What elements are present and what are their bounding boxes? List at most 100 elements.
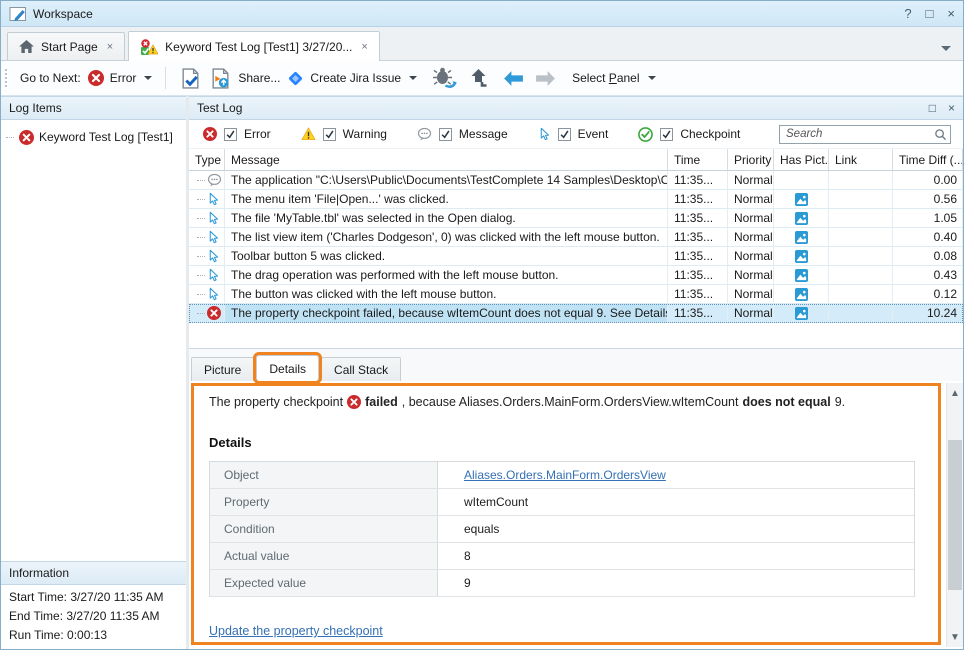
- priority-cell: Normal: [728, 304, 774, 322]
- column-header[interactable]: Has Pict...: [774, 149, 829, 170]
- details-tab-call-stack[interactable]: Call Stack: [321, 357, 401, 381]
- column-header[interactable]: Time Diff (...: [893, 149, 963, 170]
- priority-cell: Normal: [728, 285, 774, 303]
- object-link[interactable]: Aliases.Orders.MainForm.OrdersView: [464, 468, 666, 482]
- forward-arrow-icon[interactable]: [534, 70, 557, 87]
- link-cell: [829, 247, 893, 265]
- details-tab-strip: PictureDetailsCall Stack: [189, 349, 963, 381]
- create-jira-issue-label: Create Jira Issue: [310, 71, 401, 85]
- event-icon: [207, 249, 220, 263]
- details-tab-picture[interactable]: Picture: [191, 357, 254, 381]
- priority-cell: Normal: [728, 266, 774, 284]
- tab-close-icon[interactable]: ×: [107, 41, 113, 53]
- panel-close-button[interactable]: ×: [948, 101, 955, 115]
- column-header[interactable]: Time: [668, 149, 728, 170]
- post-defect-icon[interactable]: [432, 67, 459, 89]
- priority-cell: Normal: [728, 209, 774, 227]
- go-up-icon[interactable]: [470, 68, 489, 88]
- type-cell: [189, 209, 225, 227]
- details-row: ObjectAliases.Orders.MainForm.OrdersView: [210, 462, 914, 489]
- link-cell: [829, 171, 893, 189]
- filter-message: Message: [417, 127, 508, 142]
- search-input[interactable]: [779, 125, 951, 144]
- filter-label: Error: [244, 127, 271, 141]
- log-items-tree-item[interactable]: Keyword Test Log [Test1]: [1, 127, 186, 147]
- share-button[interactable]: Share...: [209, 67, 280, 90]
- time-diff-cell: 0.00: [893, 171, 963, 189]
- close-button[interactable]: ×: [947, 6, 955, 21]
- warning-icon: [301, 127, 316, 141]
- tree-connector: [197, 218, 205, 219]
- filter-checkbox-event[interactable]: [558, 128, 571, 141]
- message-cell: Toolbar button 5 was clicked.: [225, 247, 668, 265]
- table-row[interactable]: The button was clicked with the left mou…: [189, 285, 963, 304]
- back-arrow-icon[interactable]: [502, 70, 525, 87]
- scroll-down-icon[interactable]: ▼: [947, 629, 963, 645]
- table-row[interactable]: The list view item ('Charles Dodgeson', …: [189, 228, 963, 247]
- table-row[interactable]: The drag operation was performed with th…: [189, 266, 963, 285]
- select-panel-label: Select Panel: [572, 71, 639, 85]
- filter-label: Warning: [343, 127, 387, 141]
- event-icon: [538, 127, 551, 141]
- time-diff-cell: 0.56: [893, 190, 963, 208]
- tab-start-page[interactable]: Start Page ×: [7, 32, 125, 60]
- table-row[interactable]: The property checkpoint failed, because …: [189, 304, 963, 323]
- details-value: wItemCount: [438, 489, 914, 515]
- search-icon[interactable]: [934, 128, 947, 141]
- panel-maximize-button[interactable]: □: [929, 101, 936, 115]
- error-icon: [207, 306, 221, 320]
- column-header[interactable]: Type: [189, 149, 225, 170]
- table-row[interactable]: The menu item 'File|Open...' was clicked…: [189, 190, 963, 209]
- log-items-panel: Log Items Keyword Test Log [Test1] Infor…: [1, 96, 186, 649]
- details-content: ▲ ▼ The property checkpoint failed, beca…: [189, 381, 963, 649]
- jira-icon: [287, 70, 304, 87]
- home-icon: [19, 40, 34, 53]
- select-panel-dropdown[interactable]: Select Panel: [572, 71, 655, 85]
- table-row[interactable]: The file 'MyTable.tbl' was selected in t…: [189, 209, 963, 228]
- filter-checkbox-checkpoint[interactable]: [660, 128, 673, 141]
- share-label: Share...: [238, 71, 280, 85]
- table-row[interactable]: The application "C:\Users\Public\Documen…: [189, 171, 963, 190]
- tab-overflow-chevron-icon[interactable]: [941, 46, 951, 51]
- table-row[interactable]: Toolbar button 5 was clicked.11:35...Nor…: [189, 247, 963, 266]
- help-button[interactable]: ?: [904, 6, 911, 21]
- go-to-next-error-dropdown[interactable]: Error: [88, 70, 153, 86]
- tab-close-icon[interactable]: ×: [361, 41, 367, 53]
- details-tab-details[interactable]: Details: [256, 355, 319, 381]
- error-icon: [347, 395, 361, 409]
- information-line: Run Time: 0:00:13: [9, 626, 186, 645]
- column-header[interactable]: Link: [829, 149, 893, 170]
- information-lines: Start Time: 3/27/20 11:35 AMEnd Time: 3/…: [1, 588, 186, 645]
- details-scrollbar[interactable]: ▲ ▼: [946, 383, 963, 647]
- select-result-icon[interactable]: [179, 67, 202, 90]
- tab-keyword-test-log[interactable]: Keyword Test Log [Test1] 3/27/20... ×: [128, 31, 380, 61]
- message-cell: The file 'MyTable.tbl' was selected in t…: [225, 209, 668, 227]
- message-cell: The menu item 'File|Open...' was clicked…: [225, 190, 668, 208]
- event-icon: [207, 211, 220, 225]
- link-cell: [829, 190, 893, 208]
- time-diff-cell: 0.40: [893, 228, 963, 246]
- filter-checkbox-message[interactable]: [439, 128, 452, 141]
- maximize-button[interactable]: □: [926, 6, 934, 21]
- toolbar-grip[interactable]: [5, 69, 9, 87]
- details-value: 9: [438, 570, 914, 596]
- has-picture-cell: [774, 228, 829, 246]
- update-checkpoint-link[interactable]: Update the property checkpoint: [209, 624, 383, 638]
- tree-connector: [197, 199, 205, 200]
- column-header[interactable]: Message: [225, 149, 668, 170]
- link-cell: [829, 228, 893, 246]
- workspace-window: Workspace ? □ × Start Page ×: [0, 0, 964, 650]
- filter-checkbox-error[interactable]: [224, 128, 237, 141]
- chevron-down-icon: [409, 76, 417, 80]
- error-icon: [88, 70, 104, 86]
- tree-connector: [197, 256, 205, 257]
- test-log-title: Test Log: [197, 101, 242, 115]
- information-header: Information: [1, 561, 186, 585]
- create-jira-issue-dropdown[interactable]: Create Jira Issue: [287, 70, 417, 87]
- time-cell: 11:35...: [668, 247, 728, 265]
- filter-checkbox-warning[interactable]: [323, 128, 336, 141]
- column-header[interactable]: Priority: [728, 149, 774, 170]
- document-tab-strip: Start Page × Keyword Test Log [Test1] 3/…: [1, 27, 963, 61]
- scroll-thumb[interactable]: [948, 440, 962, 590]
- scroll-up-icon[interactable]: ▲: [947, 385, 963, 401]
